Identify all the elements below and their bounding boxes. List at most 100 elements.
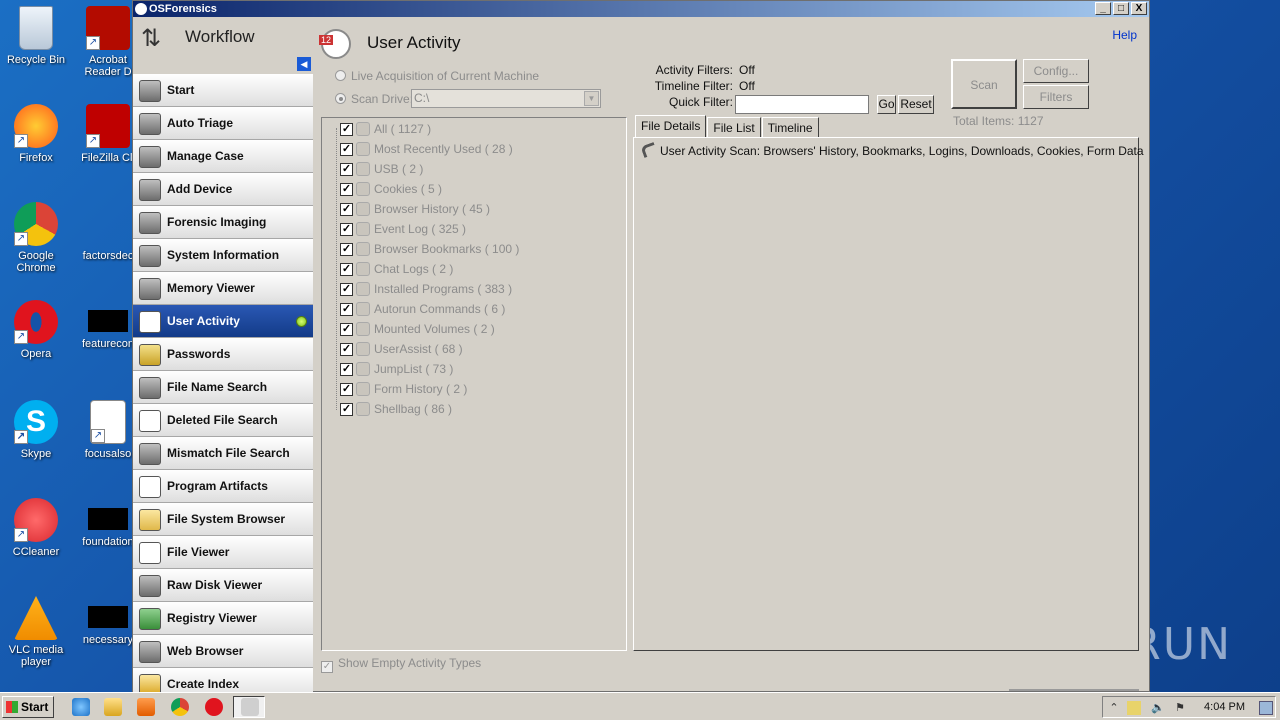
go-button[interactable]: Go (877, 95, 896, 114)
tree-item-checkbox[interactable]: ✓ (340, 223, 353, 236)
chevron-up-icon[interactable]: ⌃ (1107, 701, 1121, 715)
tree-item-label: JumpList ( 73 ) (374, 362, 454, 376)
disk-icon (139, 179, 161, 201)
workflow-title: Workflow (185, 27, 255, 46)
sidebar-item-forensic-imaging[interactable]: Forensic Imaging (133, 206, 313, 239)
tree-item-checkbox[interactable]: ✓ (340, 283, 353, 296)
taskbar-osforensics[interactable] (233, 696, 265, 718)
file-viewer-icon (139, 542, 161, 564)
activity-type-icon (356, 182, 370, 196)
scan-drive-option[interactable]: Scan Drive: (335, 92, 413, 106)
scan-drive-radio[interactable] (335, 93, 346, 104)
tab-file-list[interactable]: File List (707, 117, 761, 137)
tree-item-checkbox[interactable]: ✓ (340, 123, 353, 136)
sidebar-item-registry-viewer[interactable]: Registry Viewer (133, 602, 313, 635)
sidebar-item-mismatch-file-search[interactable]: Mismatch File Search (133, 437, 313, 470)
scan-button[interactable]: Scan (951, 59, 1017, 109)
sidebar-item-program-artifacts[interactable]: Program Artifacts (133, 470, 313, 503)
tab-file-details[interactable]: File Details (635, 115, 707, 137)
update-icon[interactable] (1127, 701, 1141, 715)
tree-item-checkbox[interactable]: ✓ (340, 203, 353, 216)
sidebar-item-web-browser[interactable]: Web Browser (133, 635, 313, 668)
vlc-icon (14, 596, 58, 640)
tree-item-label: USB ( 2 ) (374, 162, 424, 176)
sidebar-item-auto-triage[interactable]: Auto Triage (133, 107, 313, 140)
sidebar-item-start[interactable]: Start (133, 74, 313, 107)
reset-button[interactable]: Reset (898, 95, 934, 114)
tree-item-checkbox[interactable]: ✓ (340, 243, 353, 256)
sidebar-item-passwords[interactable]: Passwords (133, 338, 313, 371)
activity-type-icon (356, 382, 370, 396)
flag-icon[interactable]: ⚑ (1173, 701, 1187, 715)
volume-icon[interactable]: 🔈 (1151, 701, 1165, 715)
tree-item-checkbox[interactable]: ✓ (340, 323, 353, 336)
opera-icon[interactable] (205, 698, 223, 716)
sidebar-item-file-name-search[interactable]: File Name Search (133, 371, 313, 404)
activity-type-tree: ✓ All ( 1127 ) ✓ Most Recently Used ( 28 ) ✓… (321, 117, 627, 651)
registry-icon (139, 608, 161, 630)
sidebar-item-system-information[interactable]: System Information (133, 239, 313, 272)
tree-item-checkbox[interactable]: ✓ (340, 363, 353, 376)
sidebar-item-file-viewer[interactable]: File Viewer (133, 536, 313, 569)
collapse-sidebar-button[interactable]: ◀ (297, 57, 311, 71)
sidebar-item-add-device[interactable]: Add Device (133, 173, 313, 206)
tree-item-checkbox[interactable]: ✓ (340, 163, 353, 176)
tree-item-label: UserAssist ( 68 ) (374, 342, 463, 356)
show-desktop-icon[interactable] (1259, 701, 1273, 715)
live-acquisition-option[interactable]: Live Acquisition of Current Machine (335, 69, 539, 83)
details-tabs: File Details File List Timeline (635, 115, 820, 137)
help-link[interactable]: Help (1112, 28, 1137, 42)
show-empty-checkbox[interactable]: ✓ (321, 661, 333, 673)
desktop-icon-firefox[interactable]: ↗ Firefox (0, 104, 72, 164)
desktop-icon-chrome[interactable]: ↗ Google Chrome (0, 202, 72, 274)
chrome-icon[interactable] (171, 698, 189, 716)
sidebar-item-user-activity[interactable]: User Activity (133, 305, 313, 338)
tree-item-checkbox[interactable]: ✓ (340, 403, 353, 416)
tree-item-checkbox[interactable]: ✓ (340, 183, 353, 196)
desktop-icon-ccleaner[interactable]: ↗ CCleaner (0, 498, 72, 558)
scan-drive-select[interactable]: C:\ ▼ (411, 89, 601, 108)
clock[interactable]: 4:04 PM (1204, 701, 1245, 713)
tree-item-label: Installed Programs ( 383 ) (374, 282, 513, 296)
tab-timeline[interactable]: Timeline (761, 117, 819, 137)
drive-plus-icon (139, 212, 161, 234)
tree-item-checkbox[interactable]: ✓ (340, 383, 353, 396)
explorer-icon[interactable] (104, 698, 122, 716)
tree-item-label: Cookies ( 5 ) (374, 182, 443, 196)
raw-disk-icon (139, 575, 161, 597)
filters-button[interactable]: Filters (1023, 85, 1089, 109)
active-indicator-icon (296, 316, 307, 327)
desktop-icon-opera[interactable]: ↗ Opera (0, 300, 72, 360)
tree-item-checkbox[interactable]: ✓ (340, 303, 353, 316)
desktop-icon-skype[interactable]: S ↗ Skype (0, 400, 72, 460)
close-button[interactable]: X (1131, 2, 1147, 15)
sidebar-item-memory-viewer[interactable]: Memory Viewer (133, 272, 313, 305)
calendar-clock-icon (319, 29, 351, 59)
minimize-button[interactable]: _ (1095, 2, 1111, 15)
sidebar-item-deleted-file-search[interactable]: Deleted File Search (133, 404, 313, 437)
media-player-icon[interactable] (137, 698, 155, 716)
internet-explorer-icon[interactable] (72, 698, 90, 716)
file-details-panel: User Activity Scan: Browsers' History, B… (633, 137, 1144, 651)
chevron-down-icon[interactable]: ▼ (584, 91, 599, 106)
desktop-icon-vlc[interactable]: VLC media player (0, 596, 72, 668)
maximize-button[interactable]: □ (1113, 2, 1129, 15)
sidebar-item-file-system-browser[interactable]: File System Browser (133, 503, 313, 536)
sidebar-item-raw-disk-viewer[interactable]: Raw Disk Viewer (133, 569, 313, 602)
acrobat-icon: ↗ (86, 6, 130, 50)
tree-item-checkbox[interactable]: ✓ (340, 343, 353, 356)
tree-item-checkbox[interactable]: ✓ (340, 263, 353, 276)
live-acquisition-radio[interactable] (335, 70, 346, 81)
title-bar[interactable]: OSForensics _ □ X (133, 1, 1149, 17)
activity-type-icon (356, 142, 370, 156)
briefcase-icon (139, 146, 161, 168)
quick-filter-input[interactable] (735, 95, 869, 114)
tree-item-label: Shellbag ( 86 ) (374, 402, 453, 416)
desktop-icon-recycle-bin[interactable]: Recycle Bin (0, 6, 72, 66)
start-button[interactable]: Start (2, 696, 54, 718)
show-empty-option[interactable]: ✓ Show Empty Activity Types (321, 656, 481, 673)
tree-item-checkbox[interactable]: ✓ (340, 143, 353, 156)
tree-item-label: Browser Bookmarks ( 100 ) (374, 242, 520, 256)
sidebar-item-manage-case[interactable]: Manage Case (133, 140, 313, 173)
config-button[interactable]: Config... (1023, 59, 1089, 83)
